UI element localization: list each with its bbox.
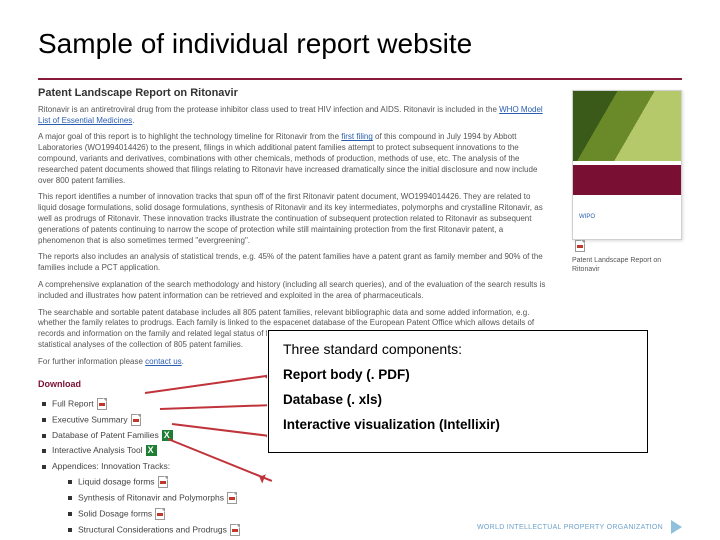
synthesis-link[interactable]: Synthesis of Ritonavir and Polymorphs xyxy=(78,492,224,502)
slide-footer: WORLD INTELLECTUAL PROPERTY ORGANIZATION xyxy=(477,520,682,534)
callout-row-database: Database (. xls) xyxy=(283,392,633,407)
pdf-icon xyxy=(227,492,237,504)
intro-para-2: A major goal of this report is to highli… xyxy=(38,132,548,186)
pdf-icon xyxy=(131,414,141,426)
callout-row-viz: Interactive visualization (Intellixir) xyxy=(283,417,633,432)
footer-text: WORLD INTELLECTUAL PROPERTY ORGANIZATION xyxy=(477,524,663,531)
liquid-link[interactable]: Liquid dosage forms xyxy=(78,476,155,486)
cover-photo xyxy=(573,91,681,161)
list-item: Liquid dosage forms xyxy=(66,474,682,490)
intro-para-5: A comprehensive explanation of the searc… xyxy=(38,280,548,302)
text: For further information please xyxy=(38,357,145,366)
list-item: Synthesis of Ritonavir and Polymorphs xyxy=(66,490,682,506)
text: A major goal of this report is to highli… xyxy=(38,132,341,141)
slide-title: Sample of individual report website xyxy=(38,28,682,60)
structural-link[interactable]: Structural Considerations and Prodrugs xyxy=(78,524,227,534)
text: . xyxy=(182,357,184,366)
pdf-icon xyxy=(97,398,107,410)
exec-summary-link[interactable]: Executive Summary xyxy=(52,414,128,424)
cover-image[interactable]: WIPO xyxy=(572,90,682,240)
xls-icon xyxy=(146,445,157,456)
thumbnail-caption: Patent Landscape Report on Ritonavir xyxy=(572,256,682,275)
analysis-tool-link[interactable]: Interactive Analysis Tool xyxy=(52,445,143,455)
webpage-screenshot: Patent Landscape Report on Ritonavir Rit… xyxy=(38,78,682,540)
pdf-icon xyxy=(158,476,168,488)
text: . xyxy=(132,116,134,125)
report-cover-thumbnail: WIPO Patent Landscape Report on Ritonavi… xyxy=(572,90,682,275)
full-report-link[interactable]: Full Report xyxy=(52,398,94,408)
text: Ritonavir is an antiretroviral drug from… xyxy=(38,105,499,114)
pdf-icon xyxy=(155,508,165,520)
contact-link[interactable]: contact us xyxy=(145,357,181,366)
cover-title-band xyxy=(573,165,681,195)
intro-para-3: This report identifies a number of innov… xyxy=(38,192,548,246)
first-filing-link[interactable]: first filing xyxy=(341,132,373,141)
callout-heading: Three standard components: xyxy=(283,341,633,357)
database-link[interactable]: Database of Patent Families xyxy=(52,430,159,440)
intro-para-1: Ritonavir is an antiretroviral drug from… xyxy=(38,105,548,127)
annotation-callout: Three standard components: Report body (… xyxy=(268,330,648,453)
pdf-icon xyxy=(230,524,240,536)
wipo-logo: WIPO xyxy=(579,213,681,221)
intro-para-4: The reports also includes an analysis of… xyxy=(38,252,548,274)
solid-link[interactable]: Solid Dosage forms xyxy=(78,508,152,518)
pdf-icon xyxy=(575,240,585,252)
callout-row-report: Report body (. PDF) xyxy=(283,367,633,382)
appendices-label: Appendices: Innovation Tracks: xyxy=(52,461,170,471)
next-slide-button[interactable] xyxy=(671,520,682,534)
